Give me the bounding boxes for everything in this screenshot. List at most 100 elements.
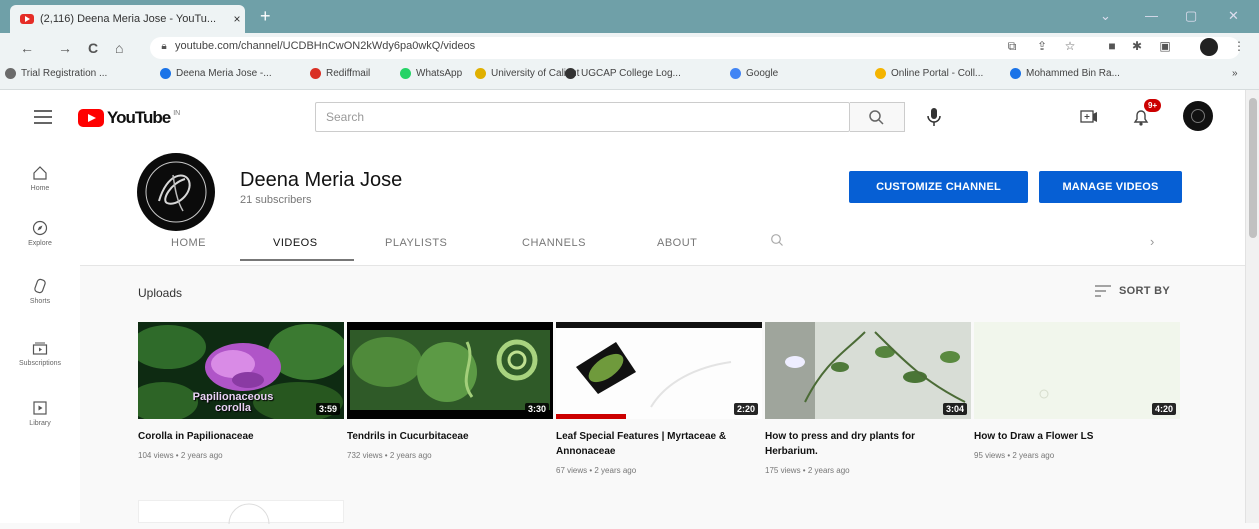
page-scrollbar[interactable] <box>1245 90 1259 523</box>
microphone-icon[interactable] <box>925 106 943 128</box>
thumbnail-image <box>556 322 762 419</box>
tab-videos[interactable]: VIDEOS <box>273 237 318 249</box>
video-title[interactable]: How to Draw a Flower LS <box>974 429 1180 444</box>
bookmark-item[interactable]: Deena Meria Jose -... <box>160 68 272 79</box>
tab-home[interactable]: HOME <box>171 237 206 249</box>
channel-avatar[interactable] <box>137 153 215 231</box>
tab-close-button[interactable]: × <box>229 12 245 26</box>
minimize-button[interactable]: — <box>1145 8 1158 23</box>
video-duration: 3:59 <box>315 403 340 415</box>
thumbnail-image <box>347 322 553 419</box>
customize-channel-button[interactable]: CUSTOMIZE CHANNEL <box>849 171 1028 203</box>
url-text[interactable]: youtube.com/channel/UCDBHnCwON2kWdy6pa0w… <box>175 40 475 52</box>
maximize-button[interactable]: ▢ <box>1185 8 1197 24</box>
bookmark-favicon-icon <box>875 68 886 79</box>
video-title[interactable]: Leaf Special Features | Myrtaceae & Anno… <box>556 429 736 459</box>
puzzle-icon[interactable]: ✱ <box>1130 39 1144 53</box>
tabs-scroll-right-icon[interactable]: › <box>1150 234 1154 249</box>
video-thumbnail[interactable]: 4:20 <box>974 322 1180 419</box>
new-tab-button[interactable]: + <box>260 7 271 25</box>
youtube-favicon-icon <box>20 14 34 24</box>
video-thumbnail[interactable]: 3:30 <box>347 322 553 419</box>
sidepanel-icon[interactable]: ▣ <box>1158 39 1172 53</box>
video-thumbnail[interactable]: Papilionaceous corolla 3:59 <box>138 322 344 419</box>
bookmark-favicon-icon <box>5 68 16 79</box>
video-title[interactable]: How to press and dry plants for Herbariu… <box>765 429 955 459</box>
tab-title: (2,116) Deena Meria Jose - YouTu... <box>40 13 217 25</box>
sidebar-item-explore[interactable]: Explore <box>0 220 80 247</box>
bookmark-item[interactable]: UGCAP College Log... <box>565 68 681 79</box>
shorts-icon <box>34 278 46 294</box>
hamburger-menu-icon[interactable] <box>34 110 52 128</box>
subscriptions-icon <box>32 342 48 355</box>
bookmark-item[interactable]: Trial Registration ... <box>5 68 107 79</box>
sidebar-item-home[interactable]: Home <box>0 165 80 192</box>
create-video-icon[interactable] <box>1080 110 1098 124</box>
section-title: Uploads <box>138 286 183 300</box>
bookmark-item[interactable]: WhatsApp <box>400 68 462 79</box>
bookmark-item[interactable]: Mohammed Bin Ra... <box>1010 68 1120 79</box>
tab-channels[interactable]: CHANNELS <box>522 237 586 249</box>
sidebar-item-shorts[interactable]: Shorts <box>0 278 80 305</box>
bookmark-label: Trial Registration ... <box>21 68 108 79</box>
sidebar-item-library[interactable]: Library <box>0 400 80 427</box>
sidebar-item-subscriptions[interactable]: Subscriptions <box>0 340 80 367</box>
close-window-button[interactable]: ✕ <box>1228 8 1239 24</box>
video-meta: 732 views • 2 years ago <box>347 451 432 460</box>
video-thumbnail[interactable]: 3:04 <box>765 322 971 419</box>
bookmark-label: Google <box>746 68 779 79</box>
video-thumbnail[interactable]: 2:20 <box>556 322 762 419</box>
back-icon[interactable]: ← <box>20 40 34 56</box>
bookmark-favicon-icon <box>730 68 741 79</box>
subscriber-count: 21 subscribers <box>240 194 312 206</box>
bookmark-label: Rediffmail <box>326 68 371 79</box>
lock-icon[interactable]: 🔒︎ <box>157 40 171 54</box>
video-duration: 3:04 <box>942 403 967 415</box>
bookmark-item[interactable]: Google <box>730 68 778 79</box>
forward-icon[interactable]: → <box>58 40 72 56</box>
manage-videos-button[interactable]: MANAGE VIDEOS <box>1039 171 1182 203</box>
scrollbar-thumb[interactable] <box>1249 98 1257 238</box>
compass-icon <box>32 220 48 236</box>
bookmark-favicon-icon <box>400 68 411 79</box>
channel-search-icon[interactable] <box>770 233 784 247</box>
youtube-play-icon <box>78 109 104 127</box>
video-thumbnail-next-row[interactable] <box>138 500 344 525</box>
bookmark-star-icon[interactable]: ☆ <box>1063 39 1077 53</box>
thumbnail-image <box>765 322 971 419</box>
video-duration: 2:20 <box>733 403 758 415</box>
account-avatar[interactable] <box>1183 101 1213 131</box>
youtube-logo[interactable]: YouTube IN <box>78 108 180 128</box>
bookmark-label: Deena Meria Jose -... <box>176 68 272 79</box>
install-icon[interactable]: ⧉ <box>1005 39 1019 53</box>
thumbnail-image <box>228 503 270 525</box>
video-title[interactable]: Tendrils in Cucurbitaceae <box>347 429 553 444</box>
video-meta: 104 views • 2 years ago <box>138 451 223 460</box>
reload-icon[interactable]: C <box>88 40 98 56</box>
search-button[interactable] <box>850 102 905 132</box>
search-box <box>315 102 850 132</box>
sort-icon <box>1095 285 1111 297</box>
video-title[interactable]: Corolla in Papilionaceae <box>138 429 344 444</box>
home-button-icon[interactable]: ⌂ <box>115 40 123 56</box>
tab-search-button[interactable]: ⌄ <box>1100 8 1111 24</box>
bookmark-label: WhatsApp <box>416 68 463 79</box>
thumbnail-image <box>974 322 1180 419</box>
sort-by-button[interactable]: SORT BY <box>1095 285 1170 297</box>
search-input[interactable] <box>316 103 836 131</box>
share-icon[interactable]: ⇪ <box>1035 39 1049 53</box>
bookmark-label: Mohammed Bin Ra... <box>1026 68 1120 79</box>
bookmark-favicon-icon <box>565 68 576 79</box>
browser-tab[interactable]: (2,116) Deena Meria Jose - YouTu... × <box>10 5 245 33</box>
extension-icon[interactable]: ■ <box>1105 39 1119 53</box>
bookmark-item[interactable]: Rediffmail <box>310 68 370 79</box>
menu-dots-icon[interactable]: ⋮ <box>1232 39 1246 53</box>
profile-avatar[interactable] <box>1200 38 1218 56</box>
tab-about[interactable]: ABOUT <box>657 237 697 249</box>
home-icon <box>33 166 47 180</box>
bookmark-item[interactable]: University of Calicut <box>475 68 579 79</box>
bookmarks-overflow-icon[interactable]: » <box>1232 68 1238 79</box>
bookmark-item[interactable]: Online Portal - Coll... <box>875 68 983 79</box>
video-duration: 4:20 <box>1151 403 1176 415</box>
tab-playlists[interactable]: PLAYLISTS <box>385 237 447 249</box>
